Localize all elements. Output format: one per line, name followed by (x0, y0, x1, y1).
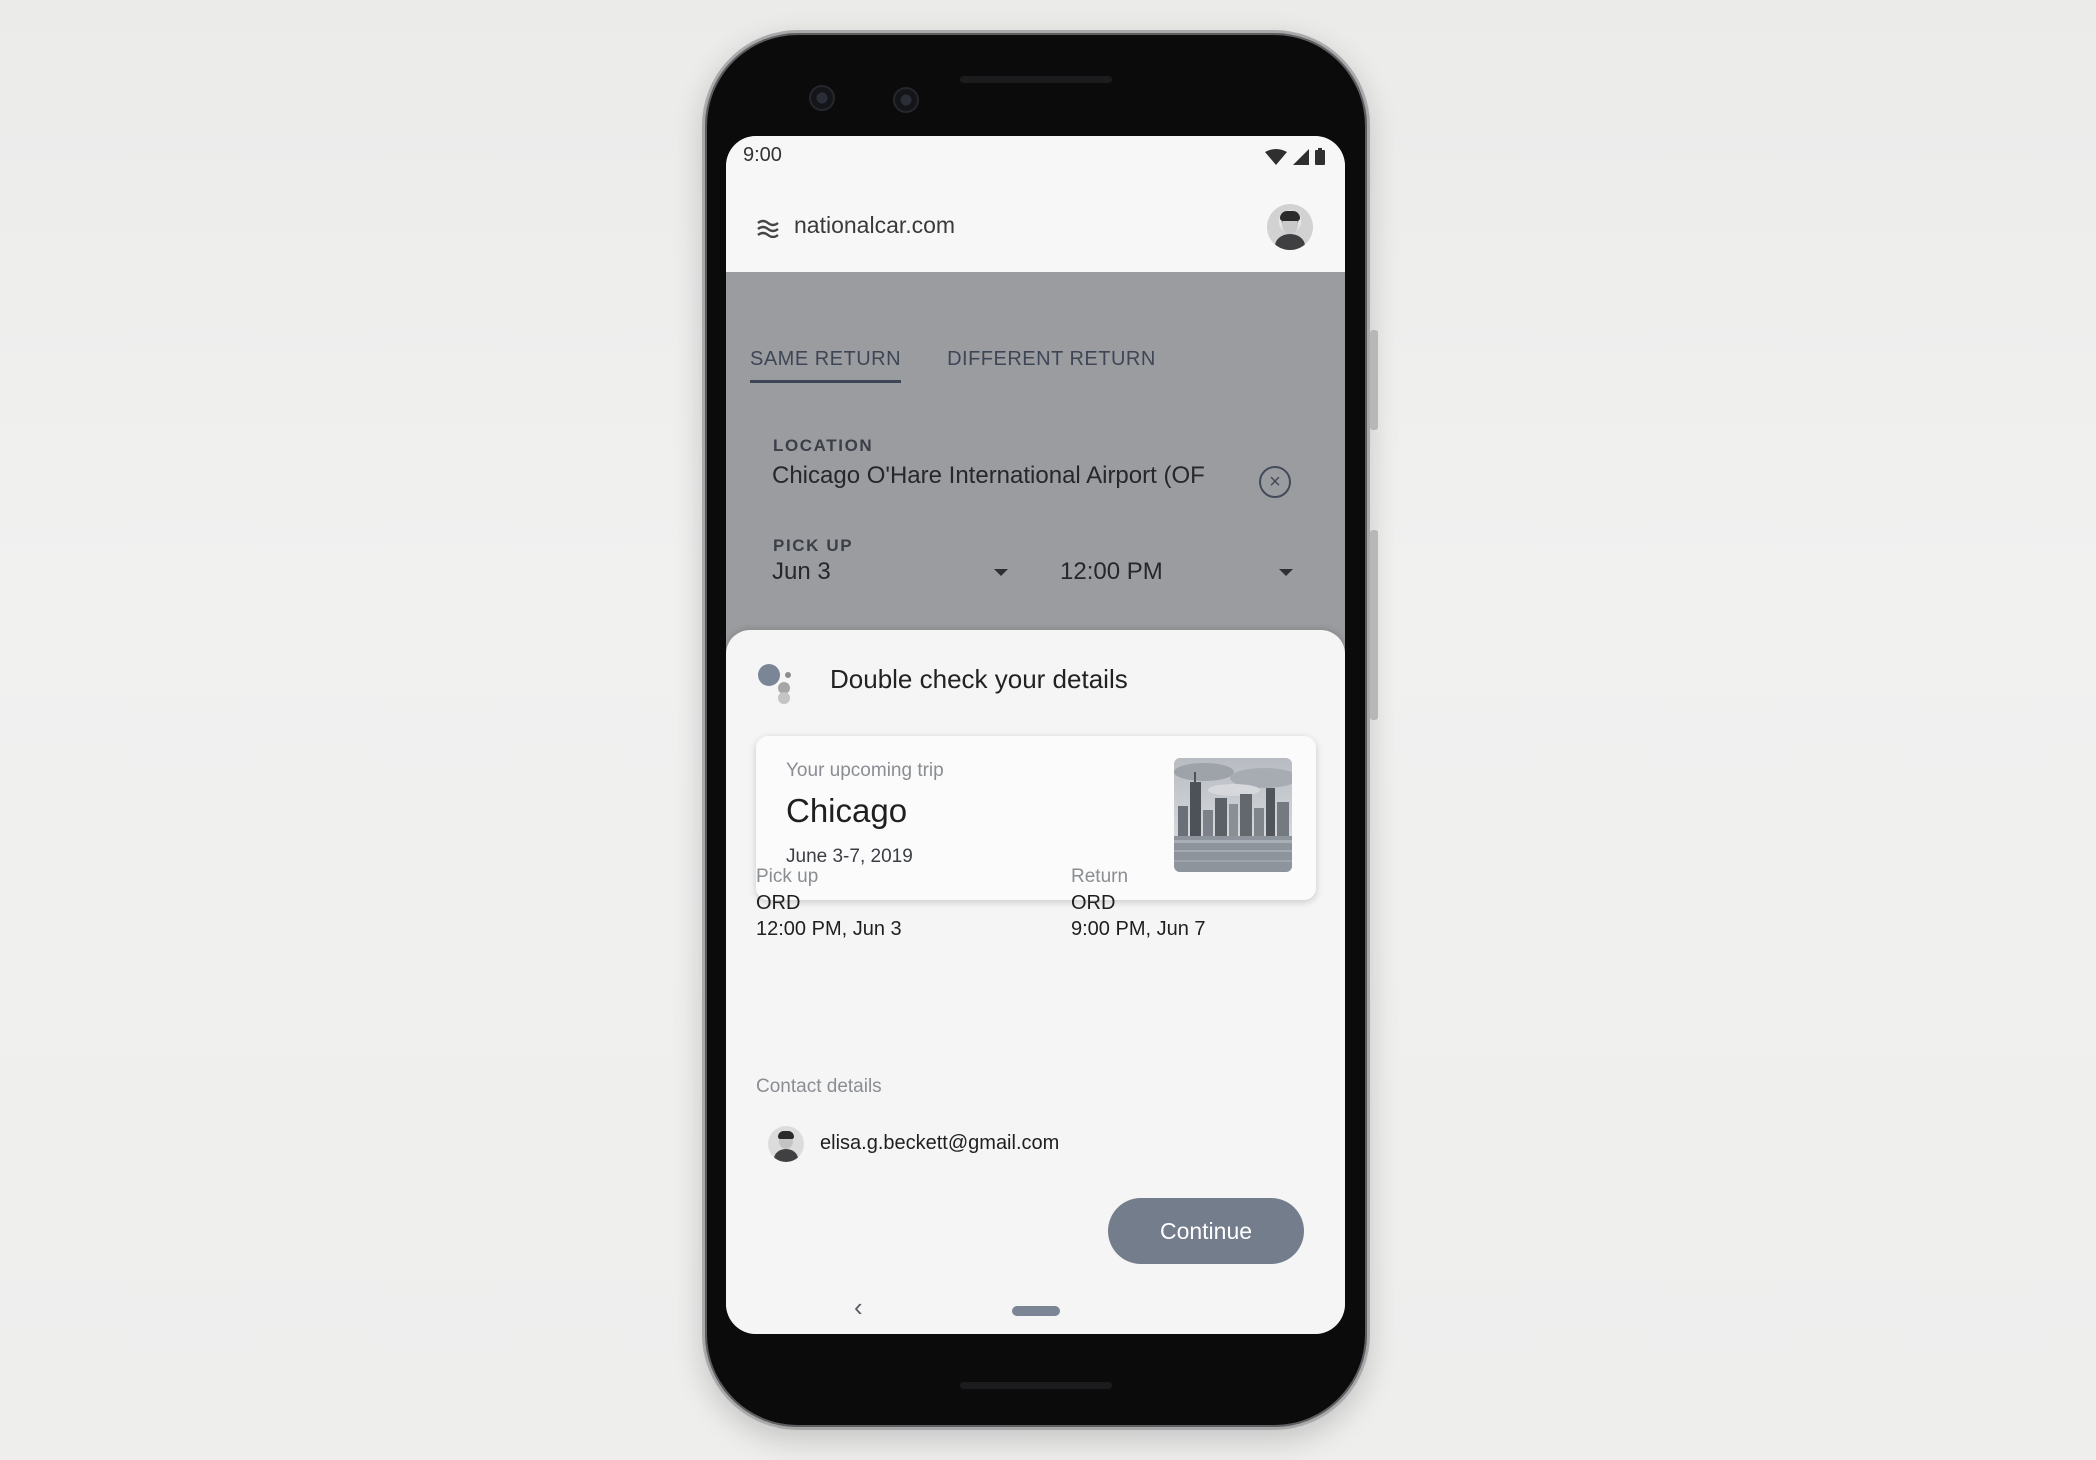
browser-app-bar: nationalcar.com (726, 186, 1345, 272)
chevron-down-icon[interactable] (994, 569, 1008, 576)
return-info-label: Return (1071, 866, 1129, 887)
earpiece-speaker (960, 76, 1112, 83)
chevron-down-icon[interactable] (1279, 569, 1293, 576)
pickup-label: PICK UP (773, 536, 854, 555)
contact-label: Contact details (756, 1076, 882, 1097)
trip-card[interactable]: Your upcoming trip Chicago June 3-7, 201… (756, 736, 1316, 900)
assistant-sheet: Double check your details Your upcoming … (726, 630, 1345, 1334)
continue-button[interactable]: Continue (1108, 1198, 1304, 1264)
power-button (1370, 330, 1378, 430)
battery-icon (1315, 148, 1325, 165)
status-time: 9:00 (743, 144, 782, 166)
close-icon: × (1269, 471, 1281, 493)
status-icons (1265, 148, 1325, 165)
pickup-datetime: 12:00 PM, Jun 3 (756, 918, 902, 940)
google-assistant-icon (758, 664, 808, 714)
avatar-hair (1280, 211, 1300, 221)
trip-dates: June 3-7, 2019 (786, 846, 913, 867)
return-datetime: 9:00 PM, Jun 7 (1071, 918, 1206, 940)
clear-location-button[interactable]: × (1259, 466, 1291, 498)
status-bar: 9:00 (726, 136, 1345, 186)
trip-city: Chicago (786, 792, 908, 829)
sheet-title: Double check your details (830, 664, 1128, 694)
city-skyline-image (1174, 758, 1292, 872)
tab-same-return[interactable]: SAME RETURN (750, 348, 902, 383)
front-camera-icon (893, 87, 919, 113)
return-tabs: SAME RETURN DIFFERENT RETURN (750, 348, 1156, 383)
account-avatar[interactable] (1267, 204, 1313, 250)
avatar-hair (778, 1131, 794, 1139)
cellular-signal-icon (1293, 148, 1309, 165)
volume-rocker (1370, 530, 1378, 720)
contact-email: elisa.g.beckett@gmail.com (820, 1132, 1060, 1154)
avatar-body (1275, 234, 1305, 250)
pickup-date-select[interactable]: Jun 3 (772, 558, 831, 586)
location-label: LOCATION (773, 436, 874, 455)
front-camera-icon (809, 85, 835, 111)
return-location-code: ORD (1071, 892, 1116, 914)
bottom-speaker (960, 1382, 1112, 1389)
site-menu-icon[interactable] (757, 218, 779, 238)
wifi-icon (1265, 148, 1287, 165)
site-url: nationalcar.com (794, 212, 956, 238)
back-nav-icon[interactable]: ‹ (854, 1294, 863, 1320)
tab-different-return[interactable]: DIFFERENT RETURN (947, 348, 1156, 383)
pickup-info-label: Pick up (756, 866, 819, 887)
pickup-time-select[interactable]: 12:00 PM (1060, 558, 1163, 586)
avatar-body (774, 1149, 798, 1162)
home-gesture-bar[interactable] (1012, 1306, 1060, 1316)
assistant-dot (778, 692, 790, 704)
assistant-dot (785, 672, 791, 678)
contact-avatar (768, 1126, 804, 1162)
phone-screen: 9:00 nationalcar.com SAME RETURN DIFFERE… (726, 136, 1345, 1334)
pickup-location-code: ORD (756, 892, 801, 914)
trip-kicker: Your upcoming trip (786, 760, 944, 781)
location-input[interactable]: Chicago O'Hare International Airport (OF (772, 462, 1242, 490)
assistant-dot (758, 664, 780, 686)
